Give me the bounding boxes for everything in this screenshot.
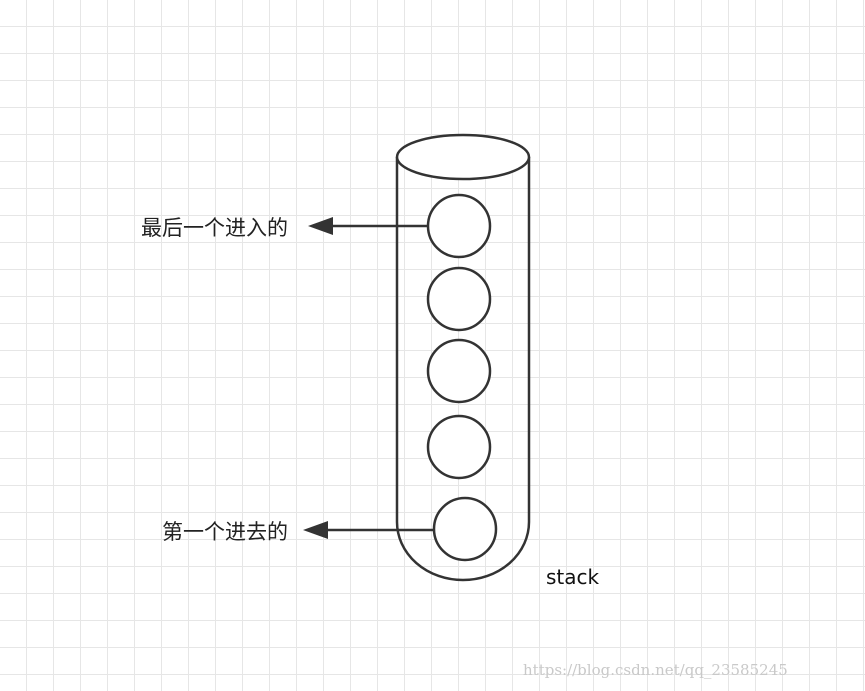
label-first-in: 第一个进去的 — [162, 520, 288, 544]
stack-element-bottom — [432, 496, 498, 562]
stack-container-opening — [395, 133, 531, 181]
arrowhead-icon — [308, 217, 333, 235]
arrow-last-in — [308, 217, 428, 235]
label-last-in: 最后一个进入的 — [141, 216, 288, 240]
arrowhead-icon — [303, 521, 328, 539]
stack-diagram — [303, 133, 531, 582]
stack-element — [426, 266, 492, 332]
stack-element-top — [426, 193, 492, 259]
label-stack: stack — [546, 565, 600, 589]
stack-element — [426, 414, 492, 480]
arrow-first-in — [303, 521, 434, 539]
watermark: https://blog.csdn.net/qq_23585245 — [523, 661, 788, 679]
stack-element — [426, 338, 492, 404]
